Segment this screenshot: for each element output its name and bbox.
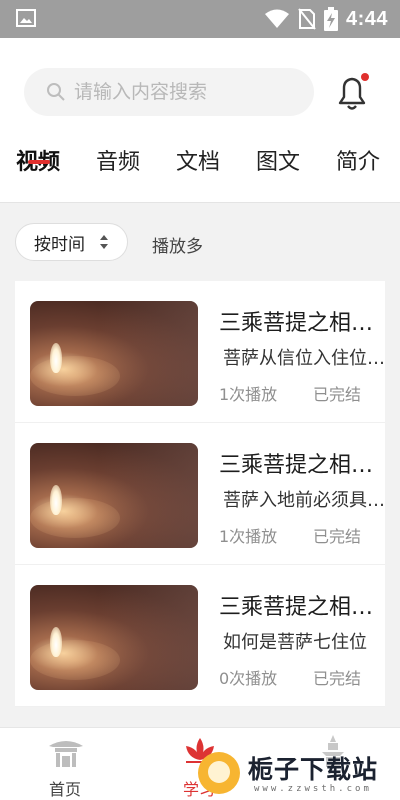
search-input[interactable] bbox=[74, 81, 294, 103]
sort-arrows-icon bbox=[100, 235, 108, 249]
tab-bar: 视频 音频 文档 图文 简介 bbox=[0, 138, 400, 203]
nav-home-label[interactable]: 首页 bbox=[49, 776, 81, 800]
notification-bell-icon[interactable] bbox=[334, 73, 372, 113]
item-status: 已完结 bbox=[313, 527, 362, 546]
item-play-count: 1次播放 bbox=[219, 385, 278, 404]
item-title: 三乘菩提之相应篇 bbox=[219, 595, 385, 620]
tab-intro[interactable]: 简介 bbox=[336, 144, 380, 176]
item-subtitle: 菩萨从信位入住位的条件 bbox=[223, 348, 385, 369]
watermark-name: 栀子下载站 bbox=[248, 755, 379, 784]
item-subtitle: 菩萨入地前必须具备的条件 bbox=[223, 490, 385, 511]
sort-by-time-button[interactable]: 按时间 bbox=[15, 223, 128, 261]
item-title: 三乘菩提之相应篇 bbox=[219, 453, 385, 478]
item-title: 三乘菩提之相应篇 bbox=[219, 311, 385, 336]
sort-bar: 按时间 播放多 bbox=[0, 203, 400, 281]
sort-most-played-button[interactable]: 播放多 bbox=[152, 232, 203, 257]
watermark-url: www.zzwsth.com bbox=[254, 784, 372, 794]
list-item[interactable]: 三乘菩提之相应篇 如何是菩萨七住位 0次播放 已完结 bbox=[15, 565, 385, 707]
tab-audio[interactable]: 音频 bbox=[96, 144, 140, 176]
search-icon bbox=[47, 83, 65, 101]
image-notification-icon bbox=[16, 9, 36, 27]
search-box[interactable] bbox=[24, 68, 314, 116]
site-watermark: 栀子下载站 www.zzwsth.com bbox=[194, 746, 400, 800]
item-play-count: 1次播放 bbox=[219, 527, 278, 546]
item-subtitle: 如何是菩萨七住位 bbox=[223, 632, 367, 653]
status-bar: 4:44 bbox=[0, 0, 400, 38]
video-thumbnail[interactable] bbox=[30, 301, 198, 406]
tab-documents[interactable]: 文档 bbox=[176, 144, 220, 176]
video-list: 三乘菩提之相应篇 菩萨从信位入住位的条件 1次播放 已完结 三乘菩提之相应篇 菩… bbox=[15, 281, 385, 707]
header: 视频 音频 文档 图文 简介 bbox=[0, 38, 400, 203]
battery-charging-icon bbox=[323, 7, 338, 31]
tab-graphics[interactable]: 图文 bbox=[256, 144, 300, 176]
status-time: 4:44 bbox=[345, 7, 388, 30]
list-item[interactable]: 三乘菩提之相应篇 菩萨入地前必须具备的条件 1次播放 已完结 bbox=[15, 423, 385, 565]
item-status: 已完结 bbox=[313, 669, 362, 688]
video-thumbnail[interactable] bbox=[30, 443, 198, 548]
sort-by-time-label: 按时间 bbox=[34, 234, 85, 255]
list-item[interactable]: 三乘菩提之相应篇 菩萨从信位入住位的条件 1次播放 已完结 bbox=[15, 281, 385, 423]
item-status: 已完结 bbox=[313, 385, 362, 404]
video-thumbnail[interactable] bbox=[30, 585, 198, 690]
temple-home-icon[interactable] bbox=[47, 736, 85, 768]
no-sim-icon bbox=[298, 8, 316, 30]
active-tab-indicator bbox=[28, 160, 50, 164]
notification-dot bbox=[361, 73, 369, 81]
item-play-count: 0次播放 bbox=[219, 669, 278, 688]
wifi-icon bbox=[264, 9, 289, 28]
